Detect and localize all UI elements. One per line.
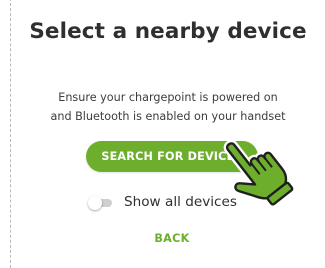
instructions-line-2: and Bluetooth is enabled on your handset [50, 110, 286, 123]
show-all-devices-row[interactable]: Show all devices [88, 192, 237, 212]
page-title: Select a nearby device [29, 19, 307, 44]
instructions-text: Ensure your chargepoint is powered on an… [12, 88, 324, 126]
toggle-knob [88, 196, 102, 210]
instructions-line-1: Ensure your chargepoint is powered on [58, 91, 278, 104]
back-button[interactable]: BACK [12, 232, 325, 245]
hand-pointer-icon [223, 139, 294, 206]
show-all-devices-toggle[interactable] [88, 196, 112, 210]
